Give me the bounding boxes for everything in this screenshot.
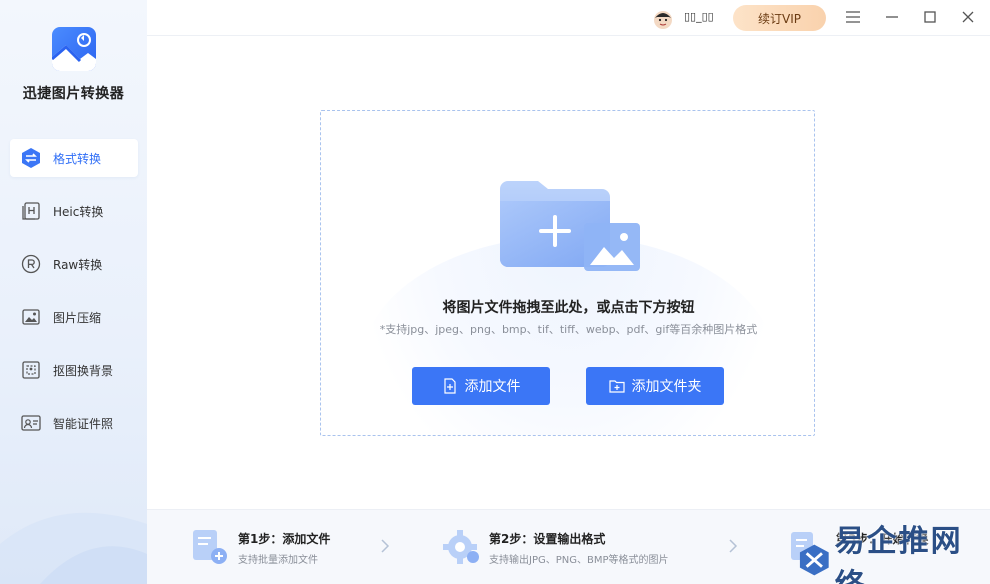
add-folder-icon (608, 378, 625, 394)
sidebar-item-raw[interactable]: Raw转换 (10, 245, 138, 283)
sidebar-item-heic[interactable]: Heic转换 (10, 192, 138, 230)
watermark-logo-icon (799, 544, 829, 576)
drop-zone-title: 将图片文件拖拽至此处，或点击下方按钮 (442, 300, 695, 316)
gear-step-icon (442, 528, 482, 566)
app-title: 迅捷图片转换器 (22, 86, 125, 102)
chevron-right-icon (727, 538, 739, 554)
close-icon[interactable] (959, 8, 977, 26)
chevron-right-icon (379, 538, 391, 554)
step-title: 第1步：添加文件 (238, 532, 331, 546)
image-compress-icon (20, 306, 42, 328)
step-desc: 支持批量添加文件 (238, 555, 318, 566)
add-file-icon (442, 378, 458, 394)
sidebar-item-label: Raw转换 (53, 257, 103, 272)
id-photo-icon (20, 412, 42, 434)
folder-add-image-icon (498, 179, 643, 279)
raw-icon (20, 253, 42, 275)
app-logo-icon (52, 27, 96, 71)
minimize-icon[interactable] (883, 8, 901, 26)
step-title: 第2步：设置输出格式 (489, 532, 606, 546)
sidebar: 迅捷图片转换器 格式转换 Heic转换 Raw转换 图片压缩 抠图换背景 智能证… (0, 0, 147, 584)
sidebar-item-image-compress[interactable]: 图片压缩 (10, 298, 138, 336)
sidebar-item-label: 智能证件照 (53, 416, 114, 431)
watermark-text: 易企推网络 (834, 524, 963, 584)
supported-formats-text: *支持jpg、jpeg、png、bmp、tif、tiff、webp、pdf、gi… (379, 323, 758, 336)
title-bar: ▯▯_▯▯ 续订VIP (147, 0, 990, 36)
sidebar-item-label: 格式转换 (53, 151, 102, 166)
sidebar-item-format-convert[interactable]: 格式转换 (10, 139, 138, 177)
sidebar-item-cutout[interactable]: 抠图换背景 (10, 351, 138, 389)
file-drop-zone[interactable]: 将图片文件拖拽至此处，或点击下方按钮 *支持jpg、jpeg、png、bmp、t… (320, 110, 815, 436)
step-2: 第2步：设置输出格式 支持输出JPG、PNG、BMP等格式的图片 (442, 524, 702, 568)
avatar[interactable] (653, 10, 673, 30)
sidebar-item-label: 图片压缩 (53, 310, 102, 325)
menu-icon[interactable] (844, 8, 862, 26)
step-1: 第1步：添加文件 支持批量添加文件 (191, 524, 391, 568)
heic-icon (20, 200, 42, 222)
watermark: 易企推网络 (798, 524, 988, 584)
add-file-label: 添加文件 (464, 379, 521, 395)
sidebar-item-label: 抠图换背景 (53, 363, 114, 378)
step-desc: 支持输出JPG、PNG、BMP等格式的图片 (489, 555, 669, 566)
main-panel: ▯▯_▯▯ 续订VIP 将图片文件拖拽至此处，或点击下方按钮 *支持jpg、jp… (147, 0, 990, 584)
renew-vip-button[interactable]: 续订VIP (733, 5, 826, 31)
add-folder-label: 添加文件夹 (631, 379, 702, 395)
add-file-step-icon (191, 528, 231, 566)
maximize-icon[interactable] (921, 8, 939, 26)
add-file-button[interactable]: 添加文件 (412, 367, 550, 405)
add-folder-button[interactable]: 添加文件夹 (586, 367, 724, 405)
sidebar-nav: 格式转换 Heic转换 Raw转换 图片压缩 抠图换背景 智能证件照 (10, 139, 138, 457)
sidebar-decoration (0, 434, 147, 584)
username[interactable]: ▯▯_▯▯ (684, 10, 714, 23)
sidebar-item-label: Heic转换 (53, 204, 104, 219)
format-convert-icon (20, 147, 42, 169)
cutout-icon (20, 359, 42, 381)
